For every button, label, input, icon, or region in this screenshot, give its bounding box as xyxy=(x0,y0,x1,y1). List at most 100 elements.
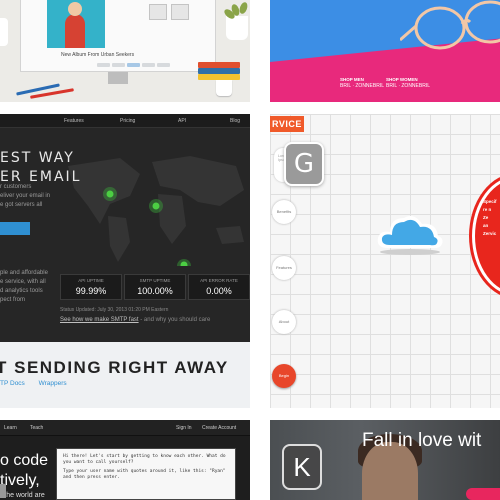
map-continent xyxy=(108,216,130,262)
album-pager[interactable] xyxy=(97,63,170,67)
shop-men-sub: BRIL · ZONNEBRIL xyxy=(340,83,384,89)
smtp-service-tile: Features Pricing API Blog EST WAY ER EMA… xyxy=(0,114,250,408)
disc-text: re n xyxy=(483,207,492,212)
shop-women-link[interactable]: SHOP WOMEN BRIL · ZONNEBRIL xyxy=(386,76,430,90)
section-heading: T SENDING RIGHT AWAY xyxy=(0,358,229,377)
cta-button[interactable] xyxy=(0,222,30,235)
person-head xyxy=(68,2,82,16)
glasses-lens xyxy=(464,0,500,44)
cloud-icon xyxy=(377,216,443,255)
album-thumbnail[interactable] xyxy=(149,4,167,20)
terminal-line: Hi there! Let's start by getting to know… xyxy=(63,454,226,465)
nav-item[interactable]: Pricing xyxy=(120,118,135,124)
disc-text: an xyxy=(483,223,489,228)
pager-dot[interactable] xyxy=(97,63,110,67)
video-tagline: Fall in love wit xyxy=(362,430,482,451)
map-continent xyxy=(158,194,186,244)
smtp-fast-suffix: - and why you should care xyxy=(138,317,211,323)
badge xyxy=(0,484,6,498)
hero-text: r customers xyxy=(0,184,32,190)
smtp-fast-link-text[interactable]: See how we make SMTP fast xyxy=(60,317,139,323)
server-location xyxy=(106,190,114,198)
stat-api-error-rate: API ERROR RATE 0.00% xyxy=(188,274,250,300)
stat-value: 100.00% xyxy=(137,286,173,296)
glasses-shop-tile: SHOP MEN BRIL · ZONNEBRIL SHOP WOMEN BRI… xyxy=(270,0,500,102)
disc-text: Specif xyxy=(483,199,497,204)
album-title: New Album From Urban Seekers xyxy=(61,52,135,58)
nav-create-account[interactable]: Create Account xyxy=(202,425,236,431)
disc-text: Ze xyxy=(483,215,489,220)
stat-smtp-uptime: SMTP UPTIME 100.00% xyxy=(124,274,186,300)
mug xyxy=(216,80,232,96)
code-terminal[interactable]: Hi there! Let's start by getting to know… xyxy=(56,448,236,500)
learn-code-tile: Learn Teach Sign In Create Account o cod… xyxy=(0,420,250,500)
smtp-docs-link[interactable]: TP Docs xyxy=(0,380,25,387)
server-location xyxy=(152,202,160,210)
shop-men-link[interactable]: SHOP MEN BRIL · ZONNEBRIL xyxy=(340,76,384,90)
service-ribbon: RVICE xyxy=(270,116,304,132)
hero-text: d analytics tools xyxy=(0,288,43,294)
lamp xyxy=(0,18,8,46)
monitor-stand xyxy=(108,72,128,84)
hero-text: ple and affordable xyxy=(0,270,48,276)
stat-label: SMTP UPTIME xyxy=(139,278,171,283)
hero-subtext: r the world are xyxy=(0,492,45,499)
pager-dot[interactable] xyxy=(112,63,125,67)
album-photo xyxy=(47,0,105,48)
nav-item[interactable]: API xyxy=(178,118,186,124)
glasses-lens xyxy=(414,6,466,50)
stat-api-uptime: API UPTIME 99.99% xyxy=(60,274,122,300)
hero-heading-line1: o code xyxy=(0,452,49,469)
stat-label: API ERROR RATE xyxy=(200,278,238,283)
hero-text: eliver your email in xyxy=(0,193,51,199)
smtp-fast-link[interactable]: See how we make SMTP fast - and why you … xyxy=(60,317,210,323)
terminal-line: Type your user name with quotes around i… xyxy=(63,469,226,480)
stat-value: 0.00% xyxy=(206,286,232,296)
k-logo-icon[interactable]: K xyxy=(282,444,322,490)
cloud-shadow xyxy=(380,249,440,255)
pager-dot[interactable] xyxy=(157,63,170,67)
plant-pot xyxy=(226,16,248,40)
hero-text: pect from xyxy=(0,297,26,303)
plant-leaf xyxy=(238,1,249,15)
getting-started-section: T SENDING RIGHT AWAY TP Docs Wrappers xyxy=(0,342,250,408)
hero-heading-line1: EST WAY xyxy=(0,150,75,166)
glasses-image xyxy=(400,0,500,50)
shop-women-sub: BRIL · ZONNEBRIL xyxy=(386,83,430,89)
top-nav: Learn Teach Sign In Create Account xyxy=(0,420,250,436)
stat-value: 99.99% xyxy=(75,286,107,296)
nav-teach[interactable]: Teach xyxy=(30,425,43,431)
hero-text: e service, with all xyxy=(0,279,46,285)
pink-button[interactable] xyxy=(466,488,500,500)
cloud-service-tile: RVICE Lorem Ipsum G Benefits Features Ab… xyxy=(270,114,500,408)
features-button[interactable]: Features xyxy=(272,256,296,280)
nav-learn[interactable]: Learn xyxy=(4,425,17,431)
glasses-temple xyxy=(400,24,417,42)
g-logo-icon[interactable]: G xyxy=(284,142,324,186)
doc-links: TP Docs Wrappers xyxy=(0,380,79,387)
benefits-button[interactable]: Benefits xyxy=(272,200,296,224)
nav-sign-in[interactable]: Sign In xyxy=(176,425,192,431)
nav-item[interactable]: Blog xyxy=(230,118,240,124)
about-button[interactable]: About xyxy=(272,310,296,334)
person-figure xyxy=(65,14,85,48)
video-tile: K Fall in love wit xyxy=(270,420,500,500)
shop-men-heading: SHOP MEN xyxy=(340,77,364,82)
top-nav: Features Pricing API Blog xyxy=(0,114,250,128)
nav-item[interactable]: Features xyxy=(64,118,84,124)
pager-dot[interactable] xyxy=(142,63,155,67)
album-thumbnail[interactable] xyxy=(171,4,189,20)
desk-album-tile: New Album From Urban Seekers xyxy=(0,0,250,102)
world-map xyxy=(68,156,244,266)
monitor: New Album From Urban Seekers xyxy=(20,0,216,72)
wrappers-link[interactable]: Wrappers xyxy=(39,380,67,387)
pager-dot-active[interactable] xyxy=(127,63,140,67)
disc-text: Zervic xyxy=(483,231,497,236)
info-disc: Specif re n Ze an Zervic xyxy=(472,176,500,296)
begin-button[interactable]: Begin xyxy=(272,364,296,388)
map-continent xyxy=(216,226,244,244)
status-updated: Status Updated: July 30, 2013 01:20 PM E… xyxy=(60,307,169,313)
shop-women-heading: SHOP WOMEN xyxy=(386,77,418,82)
stat-label: API UPTIME xyxy=(78,278,104,283)
hero-text: e got servers all xyxy=(0,202,43,208)
